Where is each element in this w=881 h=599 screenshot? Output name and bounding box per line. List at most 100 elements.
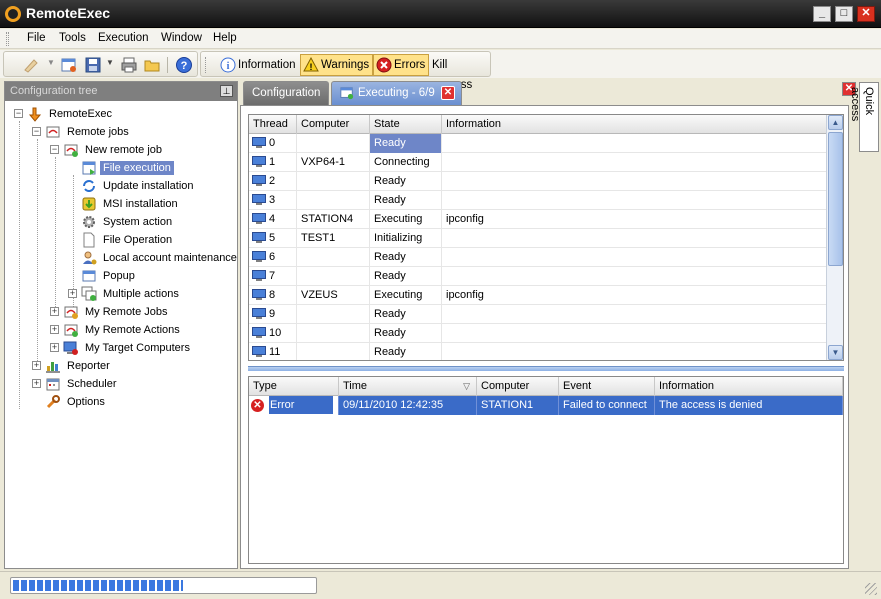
tree-node-file-operation[interactable]: File Operation	[81, 231, 175, 249]
table-row[interactable]: 1 VXP64-1 Connecting	[249, 153, 827, 172]
collapse-icon[interactable]: −	[32, 127, 41, 136]
save-dropdown-icon[interactable]: ▼	[106, 58, 114, 67]
kill-process-button[interactable]: Kill process	[429, 54, 490, 91]
computer-cell: VZEUS	[297, 286, 370, 305]
thread-table-scrollbar[interactable]: ▲ ▼	[826, 115, 843, 360]
column-time[interactable]: Time ▽	[339, 377, 477, 396]
errors-label: Errors	[394, 59, 426, 71]
collapse-icon[interactable]: −	[50, 145, 59, 154]
column-computer[interactable]: Computer	[477, 377, 559, 396]
tree-node-my-remote-jobs[interactable]: + My Remote Jobs	[49, 303, 171, 321]
file-execution-icon	[82, 161, 96, 175]
main-panel: Configuration Executing - 6/9 ✕ Thread C…	[240, 79, 857, 569]
tree-node-scheduler[interactable]: + Scheduler	[31, 375, 120, 393]
tree-node-multiple-actions[interactable]: + Multiple actions	[67, 285, 182, 303]
information-label: Information	[238, 59, 296, 71]
column-thread[interactable]: Thread	[249, 115, 297, 134]
remote-job-icon	[64, 144, 78, 157]
menu-file[interactable]: File	[27, 32, 46, 44]
state-cell: Ready	[370, 305, 442, 324]
table-row[interactable]: 6 Ready	[249, 248, 827, 267]
tree-node-msi-installation[interactable]: MSI installation	[81, 195, 181, 213]
quick-access-tab[interactable]: Quick access	[849, 82, 879, 152]
tree-node-options[interactable]: Options	[45, 393, 108, 411]
menu-window[interactable]: Window	[161, 32, 202, 44]
expand-icon[interactable]: +	[50, 325, 59, 334]
computer-cell	[297, 343, 370, 360]
table-row[interactable]: 5 TEST1 Initializing	[249, 229, 827, 248]
tree-node-system-action[interactable]: System action	[81, 213, 175, 231]
menu-grip	[6, 32, 9, 46]
tree-node-remote-jobs[interactable]: − Remote jobs	[31, 123, 132, 141]
table-row[interactable]: 2 Ready	[249, 172, 827, 191]
resize-grip[interactable]	[865, 583, 877, 595]
reporter-icon	[46, 362, 60, 373]
splitter[interactable]	[248, 366, 844, 371]
open-folder-icon[interactable]	[143, 56, 161, 74]
log-row[interactable]: ✕ Error 09/11/2010 12:42:35 STATION1 Fai…	[249, 396, 843, 415]
tree-node-new-remote-job[interactable]: − New remote job	[49, 141, 165, 159]
expand-icon[interactable]: +	[50, 343, 59, 352]
table-row[interactable]: 3 Ready	[249, 191, 827, 210]
information-cell	[442, 153, 827, 172]
tab-configuration[interactable]: Configuration	[243, 81, 329, 105]
expand-icon[interactable]: +	[32, 361, 41, 370]
toolbar: ▼ ▼ ? i Information ! Warnings Errors Ki…	[0, 50, 881, 91]
table-row[interactable]: 9 Ready	[249, 305, 827, 324]
errors-filter-button[interactable]: Errors	[373, 54, 430, 76]
expand-icon[interactable]: +	[68, 289, 77, 298]
table-row[interactable]: 8 VZEUS Executing ipconfig	[249, 286, 827, 305]
pin-icon[interactable]: ⊥	[220, 85, 233, 97]
warnings-filter-button[interactable]: ! Warnings	[300, 54, 374, 76]
column-computer[interactable]: Computer	[297, 115, 370, 134]
state-cell: Ready	[370, 172, 442, 191]
minimize-button[interactable]: _	[813, 6, 831, 22]
tree-node-local-account-maintenance[interactable]: Local account maintenance	[81, 249, 240, 267]
sort-indicator-icon: ▽	[463, 381, 470, 391]
tree-line	[37, 139, 38, 369]
thread-cell: 5	[249, 229, 297, 248]
close-button[interactable]: ✕	[857, 6, 875, 22]
tree-node-my-target-computers[interactable]: + My Target Computers	[49, 339, 193, 357]
table-row[interactable]: 10 Ready	[249, 324, 827, 343]
tree-node-update-installation[interactable]: Update installation	[81, 177, 197, 195]
column-information[interactable]: Information	[442, 115, 827, 134]
column-event[interactable]: Event	[559, 377, 655, 396]
thread-cell: 0	[249, 134, 297, 153]
table-row[interactable]: 4 STATION4 Executing ipconfig	[249, 210, 827, 229]
log-time-cell: 09/11/2010 12:42:35	[339, 396, 477, 415]
maximize-button[interactable]: □	[835, 6, 853, 22]
information-cell	[442, 134, 827, 153]
close-tab-icon[interactable]: ✕	[441, 86, 455, 100]
column-information[interactable]: Information	[655, 377, 843, 396]
tree-node-file-execution[interactable]: File execution	[81, 159, 174, 177]
table-row[interactable]: 11 Ready	[249, 343, 827, 360]
tree-line	[19, 121, 20, 409]
run-icon[interactable]	[22, 56, 40, 74]
my-remote-jobs-icon	[64, 306, 78, 319]
information-filter-button[interactable]: i Information	[217, 54, 300, 76]
run-dropdown-icon[interactable]: ▼	[47, 58, 55, 67]
new-window-icon[interactable]	[60, 56, 78, 74]
menu-tools[interactable]: Tools	[59, 32, 86, 44]
scroll-down-icon[interactable]: ▼	[828, 345, 843, 360]
tree-node-reporter[interactable]: + Reporter	[31, 357, 113, 375]
table-row[interactable]: 7 Ready	[249, 267, 827, 286]
collapse-icon[interactable]: −	[14, 109, 23, 118]
expand-icon[interactable]: +	[50, 307, 59, 316]
expand-icon[interactable]: +	[32, 379, 41, 388]
tab-executing[interactable]: Executing - 6/9 ✕	[331, 81, 462, 105]
tree-node-root[interactable]: − RemoteExec	[13, 105, 115, 123]
print-icon[interactable]	[120, 56, 138, 74]
column-type[interactable]: Type	[249, 377, 339, 396]
scroll-thumb[interactable]	[828, 132, 843, 266]
scroll-up-icon[interactable]: ▲	[828, 115, 843, 130]
tree-node-popup[interactable]: Popup	[81, 267, 138, 285]
help-icon[interactable]: ?	[175, 56, 193, 74]
menu-help[interactable]: Help	[213, 32, 237, 44]
save-icon[interactable]	[84, 56, 102, 74]
column-state[interactable]: State	[370, 115, 442, 134]
menu-execution[interactable]: Execution	[98, 32, 149, 44]
table-row[interactable]: 0 Ready	[249, 134, 827, 153]
tree-node-my-remote-actions[interactable]: + My Remote Actions	[49, 321, 183, 339]
